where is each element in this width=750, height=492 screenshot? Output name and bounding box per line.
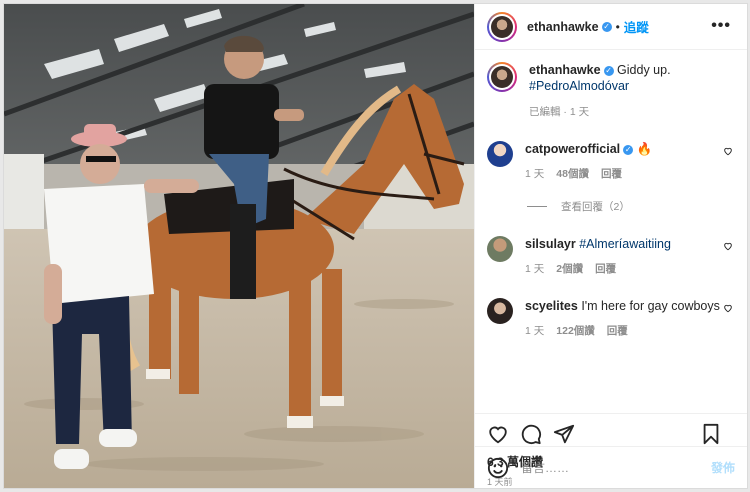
photo-illustration [4,4,474,488]
comment-item: silsulayr #Almeríawaitiing 1 天 2個讚 回覆 [487,236,735,276]
comment-item: scyelites I'm here for gay cowboys 1 天 1… [487,298,735,338]
comment-text: I'm here for gay cowboys [581,299,720,313]
commenter-avatar[interactable] [487,298,513,324]
comment-icon[interactable] [520,423,542,445]
like-comment-heart-icon[interactable] [723,241,733,251]
view-replies-label: 查看回覆（2） [561,201,630,213]
like-comment-heart-icon[interactable] [723,303,733,313]
verified-badge-icon: ✓ [623,144,634,155]
caption: ethanhawke ✓ Giddy up. #PedroAlmodóvar 已編… [487,62,735,119]
comment-time: 1 天 [525,325,545,337]
commenter-avatar[interactable] [487,141,513,167]
comment-likes[interactable]: 48個讚 [556,166,589,181]
follow-button[interactable]: 追蹤 [624,17,649,36]
caption-text: Giddy up. [617,63,671,77]
add-comment-bar: 留言…… 發佈 [475,446,747,488]
more-options-icon[interactable]: ••• [711,17,731,35]
emoji-icon[interactable] [487,457,509,479]
author-avatar[interactable] [487,11,517,42]
comment-time: 1 天 [525,168,545,180]
post-side-panel: ethanhawke ✓ • 追蹤 ••• ethanhawke ✓ Giddy … [474,4,747,488]
comment-text[interactable]: #Almeríawaitiing [579,237,671,251]
comment-username[interactable]: scyelites [525,299,578,313]
view-replies-button[interactable]: 查看回覆（2） [527,199,735,214]
caption-avatar[interactable] [487,62,517,92]
commenter-avatar[interactable] [487,236,513,262]
share-icon[interactable] [553,423,575,445]
author-username[interactable]: ethanhawke [527,20,599,34]
post-header: ethanhawke ✓ • 追蹤 ••• [475,4,747,50]
comment-input[interactable]: 留言…… [521,459,711,476]
separator-dot: • [615,19,620,34]
comment-likes[interactable]: 122個讚 [556,323,595,338]
comment-time: 1 天 [525,263,545,275]
replies-divider [527,206,547,207]
verified-badge-icon: ✓ [601,21,612,32]
verified-badge-icon: ✓ [603,65,614,76]
post-comment-button[interactable]: 發佈 [711,459,735,476]
post-photo[interactable] [4,4,474,488]
caption-hashtag[interactable]: #PedroAlmodóvar [529,79,629,93]
comment-text: 🔥 [636,142,653,156]
post-modal: ethanhawke ✓ • 追蹤 ••• ethanhawke ✓ Giddy … [3,3,748,489]
caption-time: 1 天 [569,106,590,118]
comment-item: catpowerofficial ✓ 🔥 1 天 48個讚 回覆 [487,141,735,181]
reply-button[interactable]: 回覆 [601,166,622,181]
reply-button[interactable]: 回覆 [595,261,616,276]
bookmark-icon[interactable] [700,423,722,445]
comment-likes[interactable]: 2個讚 [556,261,583,276]
caption-username[interactable]: ethanhawke [529,63,601,77]
comments-list: ethanhawke ✓ Giddy up. #PedroAlmodóvar 已編… [475,50,747,413]
comment-username[interactable]: catpowerofficial [525,142,620,156]
heart-icon[interactable] [487,423,509,445]
reply-button[interactable]: 回覆 [607,323,628,338]
comment-username[interactable]: silsulayr [525,237,576,251]
like-comment-heart-icon[interactable] [723,146,733,156]
caption-edited: 已編輯 [529,106,561,118]
